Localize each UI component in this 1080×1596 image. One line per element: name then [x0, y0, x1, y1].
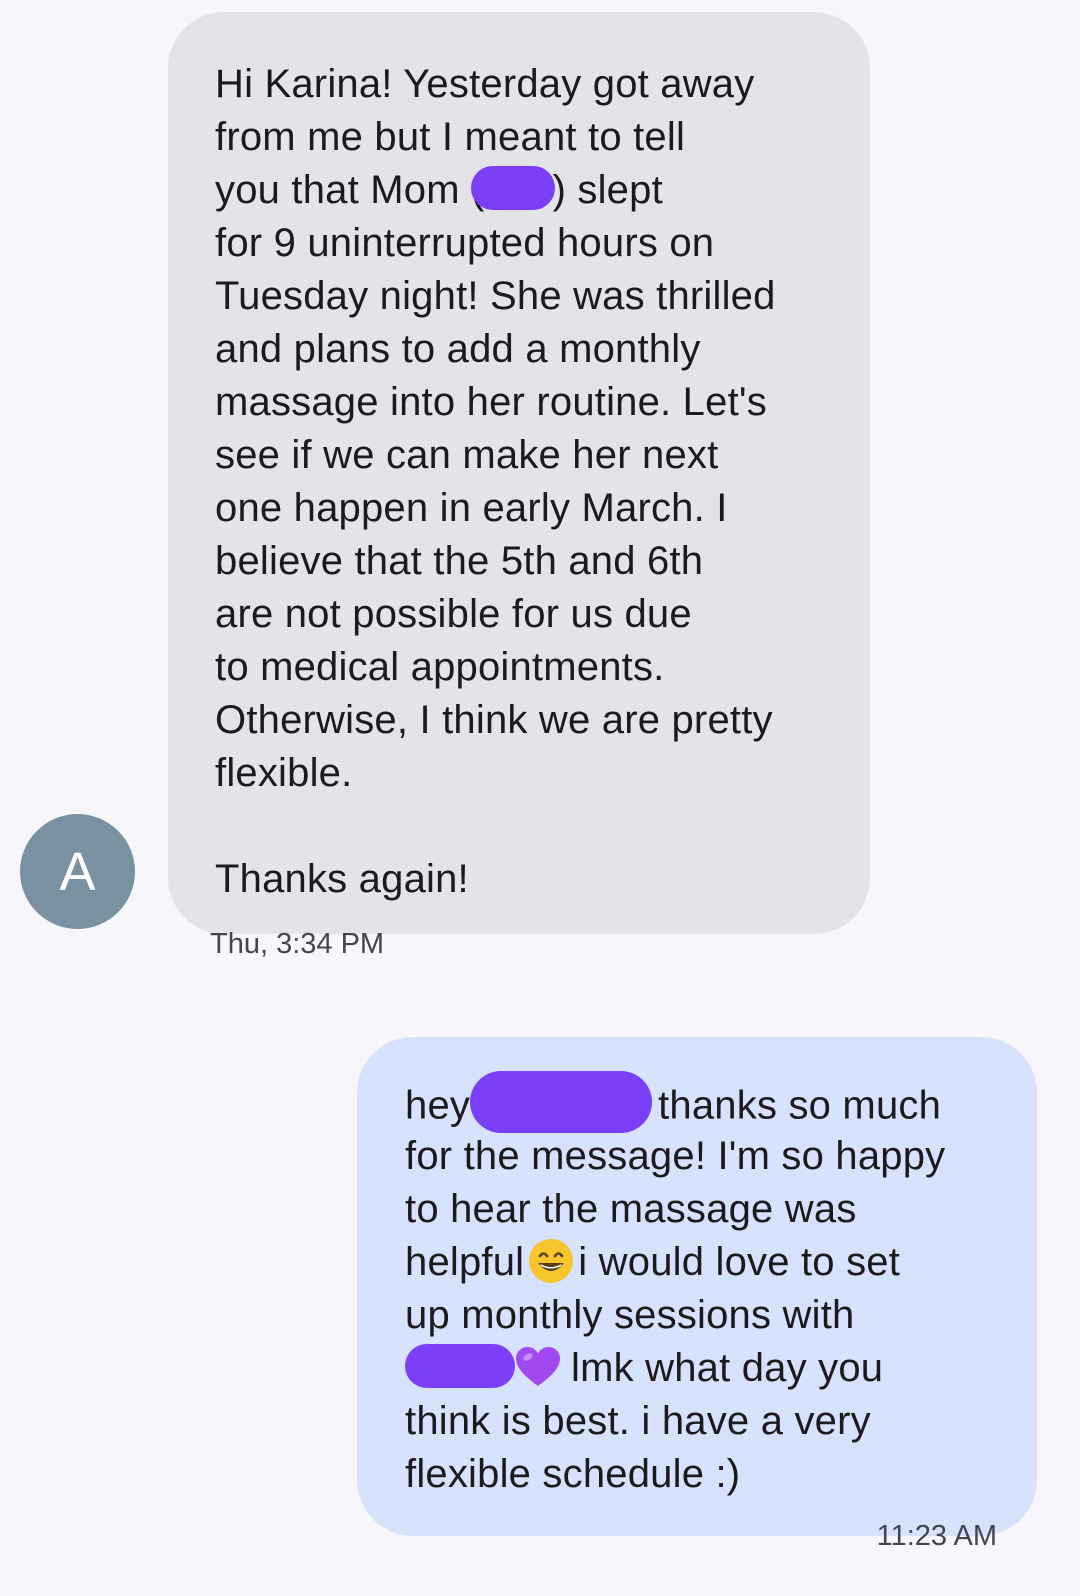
message-text: ) slept	[552, 168, 663, 212]
message-text: thanks so much	[658, 1083, 942, 1128]
message-text-line: believe that the 5th and 6th	[215, 539, 704, 583]
avatar-letter: A	[59, 841, 96, 902]
message-text-line: lmk what day you	[405, 1342, 1007, 1395]
message-text: lmk what day you	[571, 1346, 884, 1390]
message-text-line: flexible.	[215, 751, 353, 795]
redaction-mark	[470, 166, 555, 211]
outgoing-timestamp: 11:23 AM	[876, 1520, 997, 1552]
message-text-line: for the message! I'm so happy	[405, 1134, 946, 1178]
message-text-line: and plans to add a monthly	[215, 327, 701, 371]
redaction-mark	[470, 1071, 653, 1133]
message-text-line: up monthly sessions with	[405, 1293, 855, 1337]
message-text-line: Hi Karina! Yesterday got away	[215, 62, 755, 106]
incoming-message-bubble[interactable]: Hi Karina! Yesterday got away from me bu…	[168, 12, 870, 934]
message-text-line: to hear the massage was	[405, 1187, 857, 1231]
message-text-line: one happen in early March. I	[215, 486, 728, 530]
redaction-mark	[405, 1344, 515, 1389]
message-text-line: Tuesday night! She was thrilled	[215, 274, 776, 318]
message-text-line: from me but I meant to tell	[215, 115, 686, 159]
message-text: i would love to set	[578, 1240, 901, 1284]
grinning-face-icon	[529, 1239, 574, 1284]
message-text-line: see if we can make her next	[215, 433, 719, 477]
message-text-line: for 9 uninterrupted hours on	[215, 221, 715, 265]
message-text-line: think is best. i have a very	[405, 1399, 871, 1443]
message-text-line: to medical appointments.	[215, 645, 665, 689]
message-text-line: Otherwise, I think we are pretty	[215, 698, 773, 742]
message-text-line: you that Mom ( ) slept	[215, 164, 830, 217]
message-text: hey	[405, 1083, 471, 1128]
message-text-line: flexible schedule :)	[405, 1452, 741, 1496]
message-text-line: massage into her routine. Let's	[215, 380, 767, 424]
purple-heart-icon	[516, 1347, 560, 1387]
message-text-line: helpful i would love to set	[405, 1236, 1007, 1289]
outgoing-message-bubble[interactable]: hey thanks so much for the message! I'm s…	[357, 1037, 1037, 1536]
message-text: helpful	[405, 1240, 525, 1284]
message-text-line: are not possible for us due	[215, 592, 692, 636]
message-text-line: hey thanks so much	[405, 1071, 1007, 1133]
message-text: you that Mom (	[215, 168, 485, 212]
contact-avatar[interactable]: A	[20, 814, 135, 929]
incoming-timestamp: Thu, 3:34 PM	[210, 928, 385, 960]
message-text-line: Thanks again!	[215, 857, 469, 901]
